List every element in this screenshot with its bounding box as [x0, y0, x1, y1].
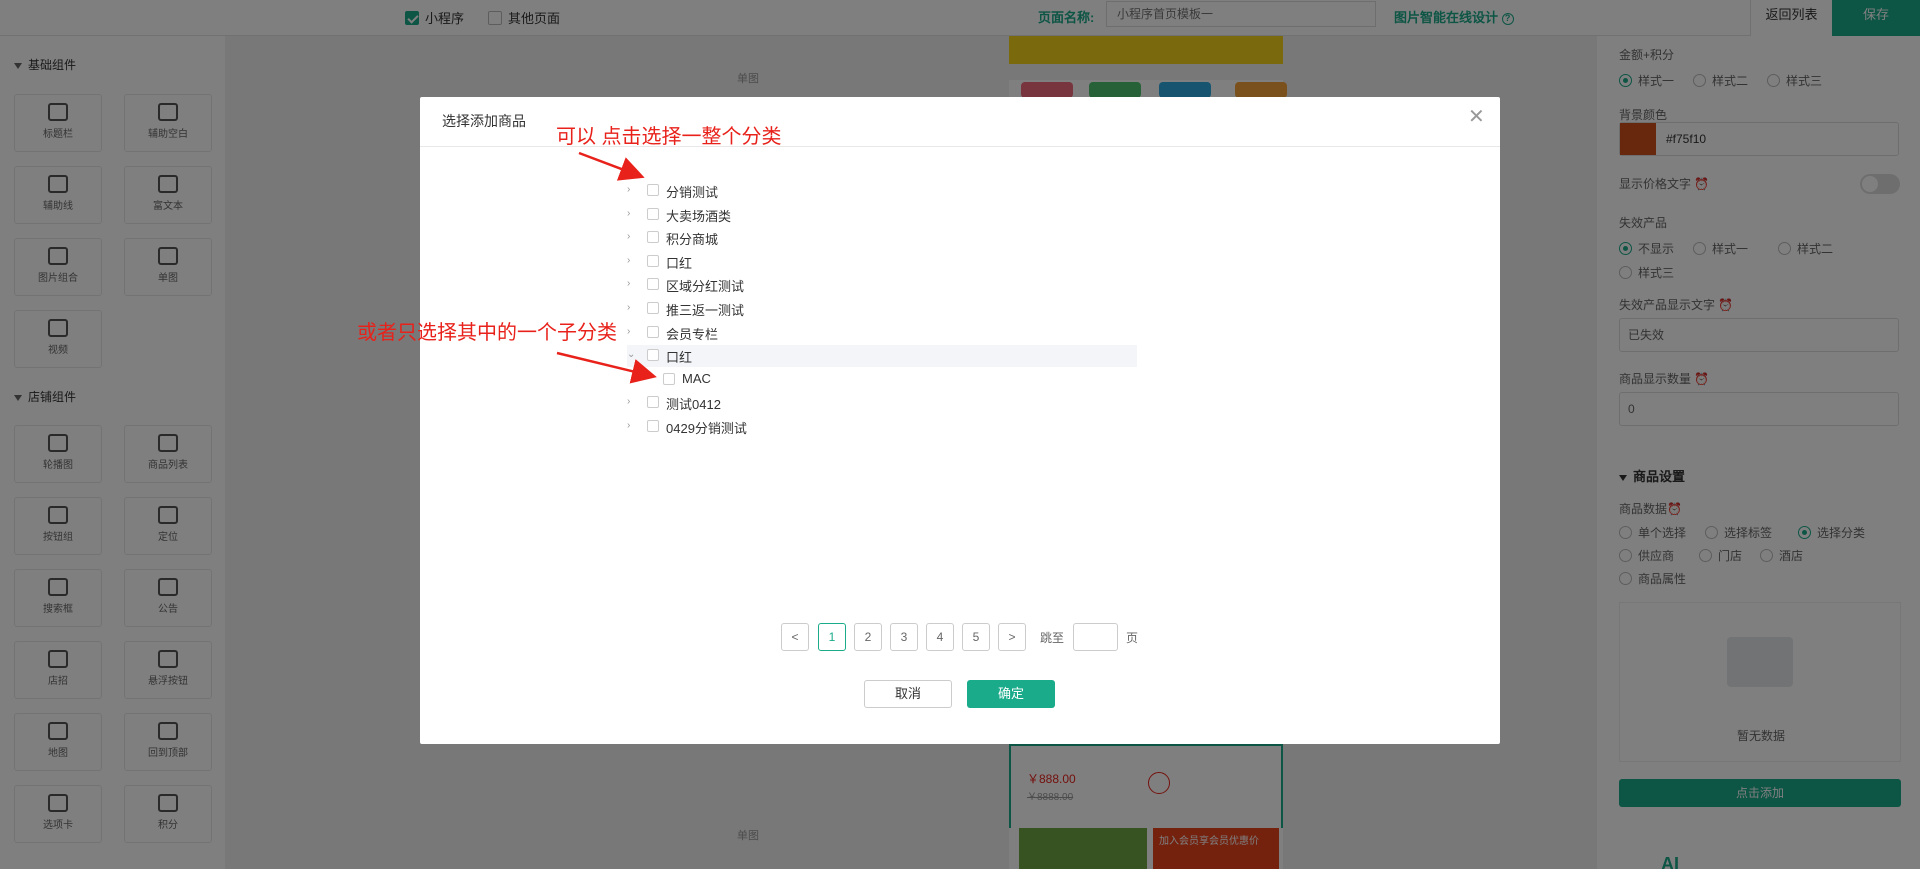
arrow-1 — [578, 151, 645, 181]
arrow-2 — [556, 351, 657, 384]
annotation-arrows — [556, 151, 657, 384]
